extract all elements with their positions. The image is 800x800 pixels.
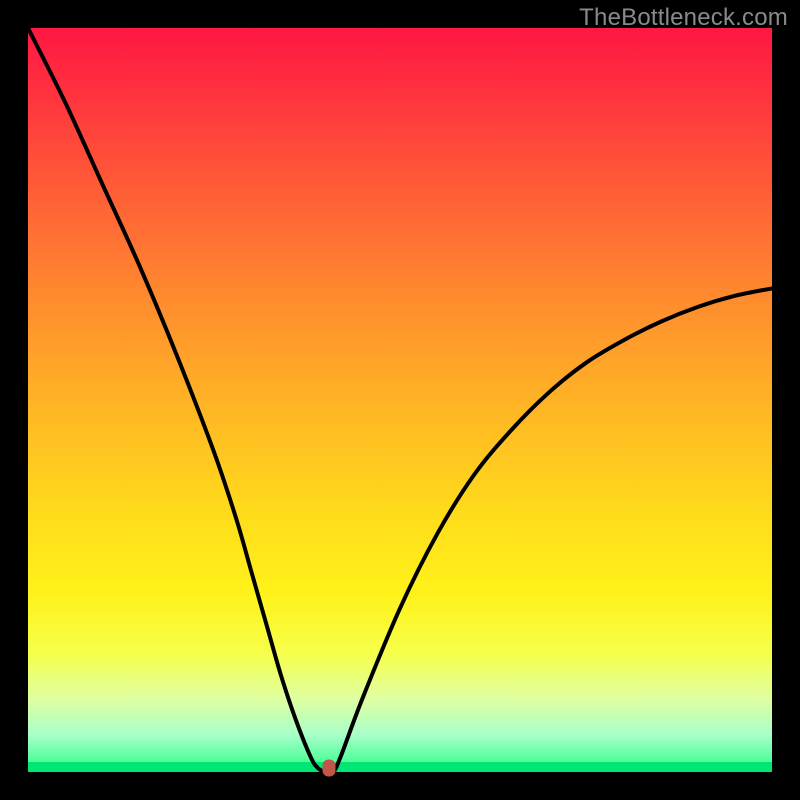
- bottleneck-curve: [28, 28, 772, 773]
- minimum-marker: [323, 760, 336, 777]
- curve-svg: [28, 28, 772, 772]
- chart-frame: TheBottleneck.com: [0, 0, 800, 800]
- plot-area: [28, 28, 772, 772]
